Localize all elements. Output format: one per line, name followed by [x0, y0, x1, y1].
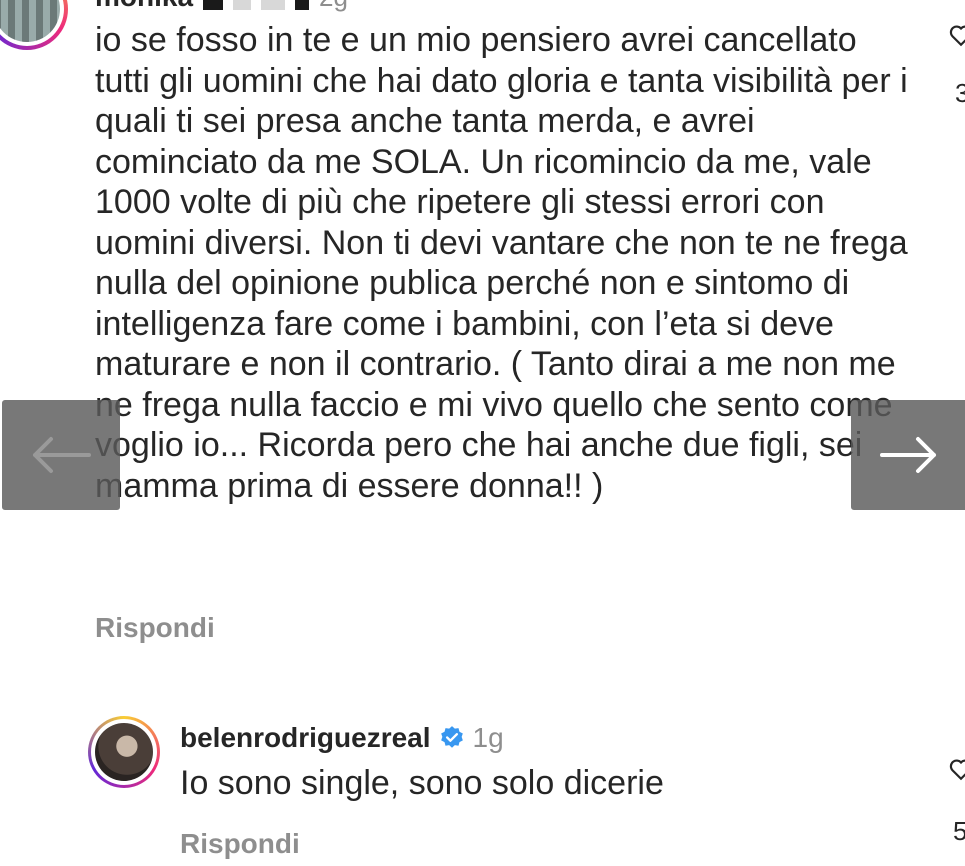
- reply-comment-header: belenrodriguezreal 1g: [180, 718, 504, 758]
- top-comment-like-count: 3: [955, 78, 965, 108]
- verified-badge-icon: [440, 726, 463, 748]
- reply-comment-text: Io sono single, sono solo dicerie: [180, 764, 664, 802]
- top-comment-username[interactable]: monika: [95, 0, 193, 13]
- top-comment-reply-button[interactable]: Rispondi: [95, 612, 215, 644]
- heart-icon[interactable]: [948, 22, 965, 48]
- replier-avatar[interactable]: [88, 716, 160, 788]
- reply-comment-reply-button[interactable]: Rispondi: [180, 828, 300, 860]
- redaction-mark: [203, 0, 224, 10]
- top-comment-time: 2g: [319, 0, 348, 13]
- top-comment-text: io se fosso in te e un mio pensiero avre…: [95, 21, 908, 505]
- reply-comment-like-count: 5: [953, 816, 965, 846]
- commenter-avatar[interactable]: [0, 0, 68, 50]
- redaction-mark: [295, 0, 310, 10]
- reply-comment-time: 1g: [472, 722, 504, 753]
- heart-icon[interactable]: [948, 756, 965, 782]
- redaction-mark: [261, 0, 286, 10]
- next-arrow-button[interactable]: [851, 400, 965, 510]
- redaction-mark: [233, 0, 252, 10]
- arrow-left-icon: [33, 437, 91, 473]
- previous-arrow-button[interactable]: [2, 400, 120, 510]
- top-comment-header: monika 2g: [95, 0, 348, 12]
- arrow-right-icon: [880, 437, 936, 473]
- reply-comment-username[interactable]: belenrodriguezreal: [180, 722, 431, 754]
